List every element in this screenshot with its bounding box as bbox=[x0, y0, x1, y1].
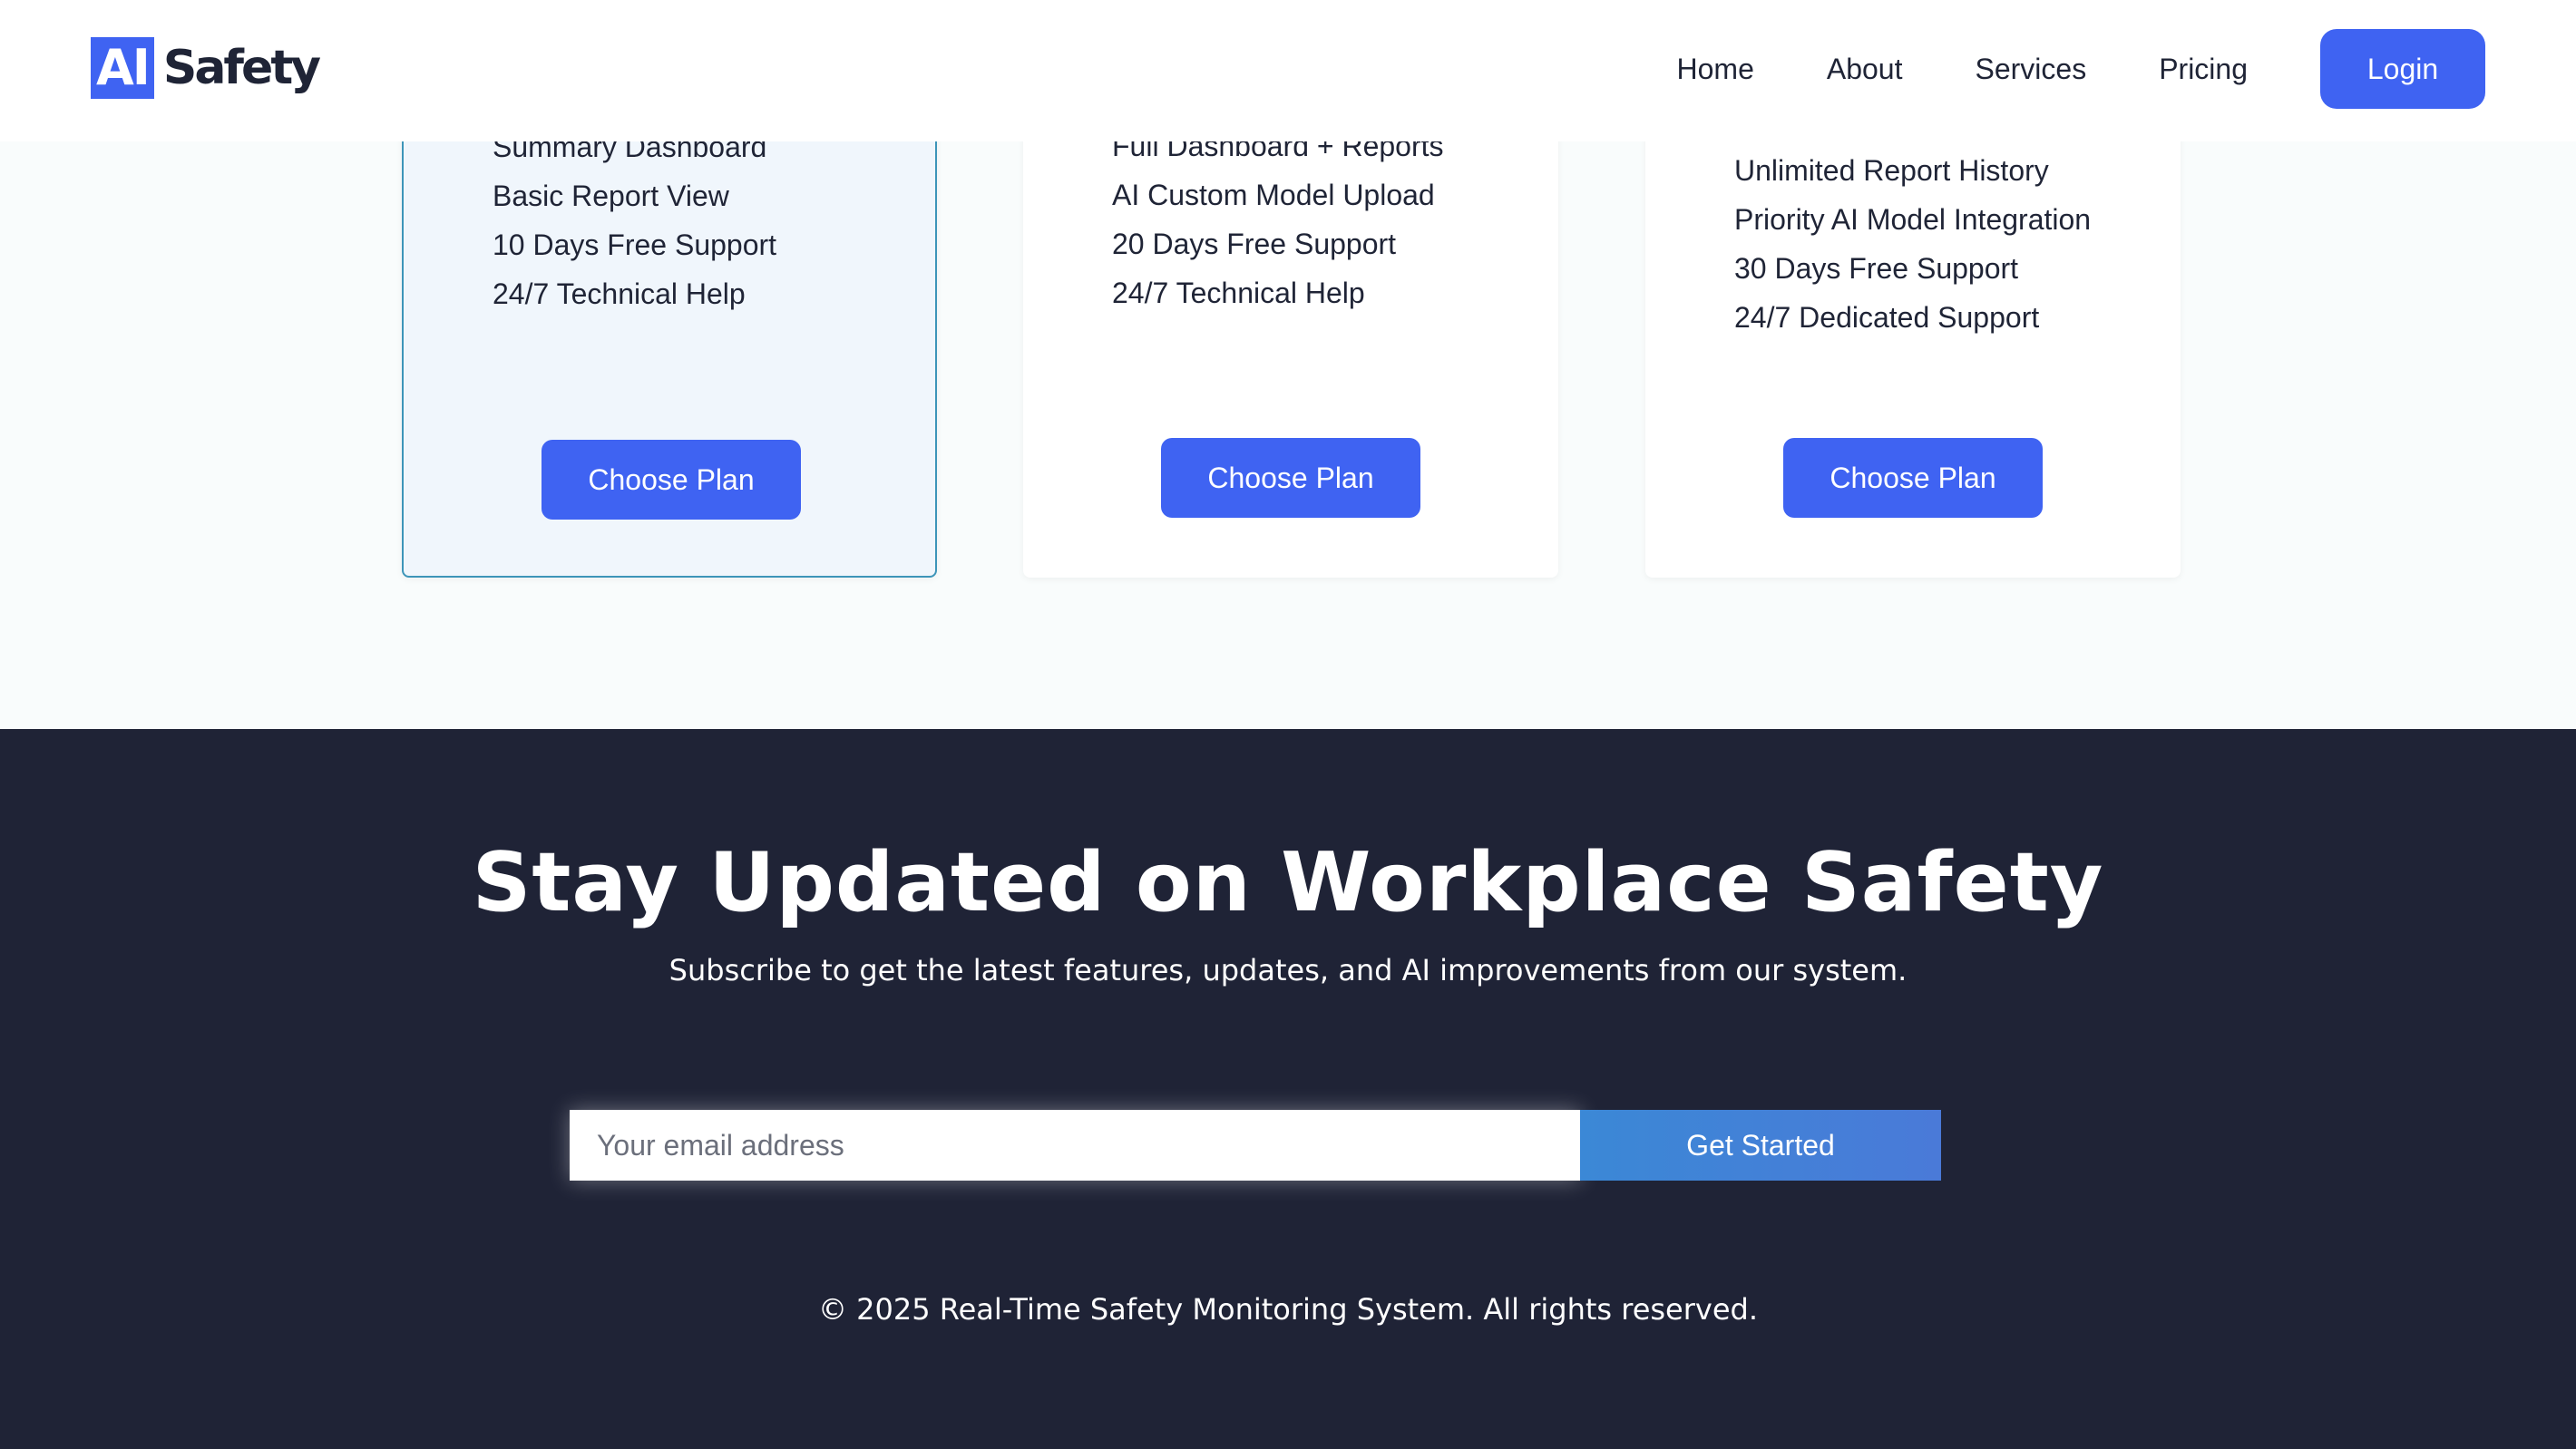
choose-plan-button[interactable]: Choose Plan bbox=[1161, 438, 1420, 518]
logo-mark: AI bbox=[91, 37, 154, 99]
logo-text: Safety bbox=[162, 41, 321, 95]
subscribe-form: Get Started bbox=[570, 1110, 1941, 1181]
feature-item: 24/7 Dedicated Support bbox=[1734, 301, 2040, 334]
feature-item: AI Custom Model Upload bbox=[1112, 179, 1435, 211]
feature-item: 10 Days Free Support bbox=[493, 229, 777, 261]
get-started-button[interactable]: Get Started bbox=[1580, 1110, 1941, 1181]
feature-item: Priority AI Model Integration bbox=[1734, 203, 2092, 236]
login-button[interactable]: Login bbox=[2320, 29, 2485, 109]
copyright-text: © 2025 Real-Time Safety Monitoring Syste… bbox=[818, 1292, 1758, 1327]
email-input[interactable] bbox=[570, 1110, 1580, 1181]
feature-list: Summary Dashboard Basic Report View 10 D… bbox=[493, 129, 892, 325]
feature-item: 20 Days Free Support bbox=[1112, 228, 1397, 260]
choose-plan-button[interactable]: Choose Plan bbox=[542, 440, 801, 520]
nav-link-services[interactable]: Services bbox=[1975, 53, 2086, 86]
navbar: AI Safety Home About Services Pricing Lo… bbox=[0, 0, 2576, 141]
feature-list: Unlimited Report History Priority AI Mod… bbox=[1734, 152, 2133, 348]
newsletter-subtitle: Subscribe to get the latest features, up… bbox=[668, 953, 1908, 987]
logo[interactable]: AI Safety bbox=[91, 36, 321, 100]
feature-list: Full Dashboard + Reports AI Custom Model… bbox=[1112, 128, 1511, 324]
feature-item: Basic Report View bbox=[493, 180, 729, 212]
nav-link-pricing[interactable]: Pricing bbox=[2159, 53, 2248, 86]
feature-item: 30 Days Free Support bbox=[1734, 252, 2019, 285]
choose-plan-button[interactable]: Choose Plan bbox=[1783, 438, 2043, 518]
feature-item: 24/7 Technical Help bbox=[1112, 277, 1365, 309]
nav-link-about[interactable]: About bbox=[1827, 53, 1903, 86]
feature-item: 24/7 Technical Help bbox=[493, 277, 746, 310]
newsletter-footer: Stay Updated on Workplace Safety Subscri… bbox=[0, 729, 2576, 1449]
newsletter-title: Stay Updated on Workplace Safety bbox=[472, 835, 2104, 930]
feature-item: Unlimited Report History bbox=[1734, 154, 2049, 187]
nav-menu: Home About Services Pricing Login bbox=[1677, 29, 2485, 109]
nav-link-home[interactable]: Home bbox=[1677, 53, 1754, 86]
